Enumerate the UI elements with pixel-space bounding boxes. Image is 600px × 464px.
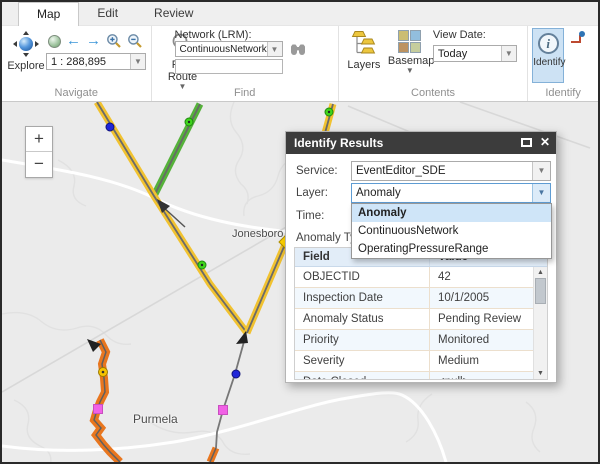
layer-label: Layer:: [296, 187, 328, 199]
dropdown-option-operatingpressurerange[interactable]: OperatingPressureRange: [352, 240, 551, 258]
layer-dropdown-list: Anomaly ContinuousNetwork OperatingPress…: [351, 203, 552, 259]
ribbon-tab-bar: Map Edit Review: [2, 2, 598, 26]
ribbon: Explore ← → 1 : 288,895: [2, 26, 598, 102]
basemap-icon: [398, 30, 421, 53]
layers-icon: [351, 30, 377, 56]
chevron-down-icon: ▼: [388, 67, 432, 75]
chevron-down-icon[interactable]: ▼: [532, 184, 550, 202]
chevron-down-icon[interactable]: ▼: [267, 42, 282, 56]
blue-point-marker: [106, 123, 114, 131]
service-value: EventEditor_SDE: [352, 162, 532, 180]
service-label: Service:: [296, 165, 338, 177]
group-label-navigate: Navigate: [2, 87, 151, 99]
map-zoom-out-button[interactable]: −: [26, 152, 52, 177]
pink-square-marker: [94, 405, 103, 414]
map-zoom-control: + −: [25, 126, 53, 178]
view-date-value: Today: [434, 46, 501, 61]
tab-edit[interactable]: Edit: [79, 2, 136, 26]
network-combobox[interactable]: ContinuousNetwork ▼: [175, 41, 283, 57]
ribbon-group-contents: Layers Basemap ▼ View Date: Today ▼ Cont…: [339, 26, 528, 101]
layers-label: Layers: [344, 59, 384, 71]
scroll-up-icon[interactable]: ▲: [534, 269, 547, 276]
scroll-down-icon[interactable]: ▼: [534, 370, 547, 377]
ribbon-group-find: Find Route ▼ Network (LRM): ContinuousNe…: [152, 26, 339, 101]
attributes-table: Field Value OBJECTID42 Inspection Date10…: [294, 247, 548, 380]
basemap-button[interactable]: Basemap ▼: [388, 30, 432, 75]
network-lrm-label: Network (LRM):: [175, 29, 252, 41]
explore-label: Explore: [5, 60, 47, 72]
layer-combobox[interactable]: Anomaly ▼: [351, 183, 551, 203]
pink-square-marker: [219, 406, 228, 415]
table-row[interactable]: OBJECTID42: [295, 267, 533, 288]
identify-label: Identify: [533, 57, 563, 68]
popup-body: Service: EventEditor_SDE ▼ Layer: Anomal…: [286, 154, 556, 382]
explore-icon: [12, 31, 40, 57]
full-extent-globe-icon[interactable]: [48, 35, 61, 48]
maximize-icon[interactable]: [521, 138, 532, 147]
close-icon[interactable]: ✕: [540, 135, 550, 149]
table-scrollbar[interactable]: ▲ ▼: [533, 267, 547, 379]
identify-icon: i: [538, 33, 559, 54]
table-row[interactable]: SeverityMedium: [295, 351, 533, 372]
scale-combobox[interactable]: 1 : 288,895 ▼: [46, 53, 146, 70]
explore-button[interactable]: Explore: [5, 31, 47, 72]
ribbon-group-navigate: Explore ← → 1 : 288,895: [2, 26, 152, 101]
identify-results-popup: Identify Results ✕ Service: EventEditor_…: [285, 131, 557, 383]
ribbon-group-identify: i Identify Identify: [528, 26, 598, 101]
dropdown-option-continuousnetwork[interactable]: ContinuousNetwork: [352, 222, 551, 240]
table-row[interactable]: Anomaly StatusPending Review: [295, 309, 533, 330]
zoom-in-icon[interactable]: [106, 33, 122, 49]
group-label-identify: Identify: [528, 87, 598, 99]
zoom-out-icon[interactable]: [127, 33, 143, 49]
next-extent-icon[interactable]: →: [86, 34, 101, 48]
pipeline-green: [154, 104, 200, 196]
dropdown-option-anomaly[interactable]: Anomaly: [352, 204, 551, 222]
table-row[interactable]: Date Closed<null>: [295, 372, 533, 380]
table-row[interactable]: PriorityMonitored: [295, 330, 533, 351]
view-date-label: View Date:: [433, 29, 486, 41]
previous-extent-icon[interactable]: ←: [66, 34, 81, 48]
chevron-down-icon[interactable]: ▼: [532, 162, 550, 180]
tab-map[interactable]: Map: [18, 2, 79, 26]
time-label: Time:: [296, 210, 324, 222]
service-combobox[interactable]: EventEditor_SDE ▼: [351, 161, 551, 181]
route-input[interactable]: [175, 59, 283, 74]
network-value: ContinuousNetwork: [176, 42, 267, 56]
chevron-down-icon[interactable]: ▼: [501, 46, 516, 61]
group-label-contents: Contents: [339, 87, 527, 99]
map-label-jonesboro: Jonesboro: [232, 228, 283, 240]
blue-point-marker: [232, 370, 240, 378]
scale-value: 1 : 288,895: [47, 54, 130, 69]
scrollbar-thumb[interactable]: [535, 278, 546, 304]
table-row[interactable]: Inspection Date10/1/2005: [295, 288, 533, 309]
group-label-find: Find: [152, 87, 338, 99]
map-canvas[interactable]: Jonesboro Purmela + − Identify Results ✕…: [2, 102, 598, 462]
popup-titlebar[interactable]: Identify Results ✕: [286, 132, 556, 154]
popup-title: Identify Results: [294, 136, 383, 150]
app-window: Map Edit Review Explore: [0, 0, 600, 464]
map-label-purmela: Purmela: [133, 412, 178, 426]
identify-button[interactable]: i Identify: [532, 28, 564, 83]
chevron-down-icon[interactable]: ▼: [130, 54, 145, 69]
binoculars-icon[interactable]: [290, 43, 306, 57]
tab-review[interactable]: Review: [136, 2, 211, 26]
layers-button[interactable]: Layers: [344, 30, 384, 71]
layer-value: Anomaly: [352, 184, 532, 202]
view-date-combobox[interactable]: Today ▼: [433, 45, 517, 62]
map-zoom-in-button[interactable]: +: [26, 127, 52, 152]
identify-route-tool-icon[interactable]: [569, 30, 586, 46]
route-arrow-icon: [236, 331, 248, 344]
